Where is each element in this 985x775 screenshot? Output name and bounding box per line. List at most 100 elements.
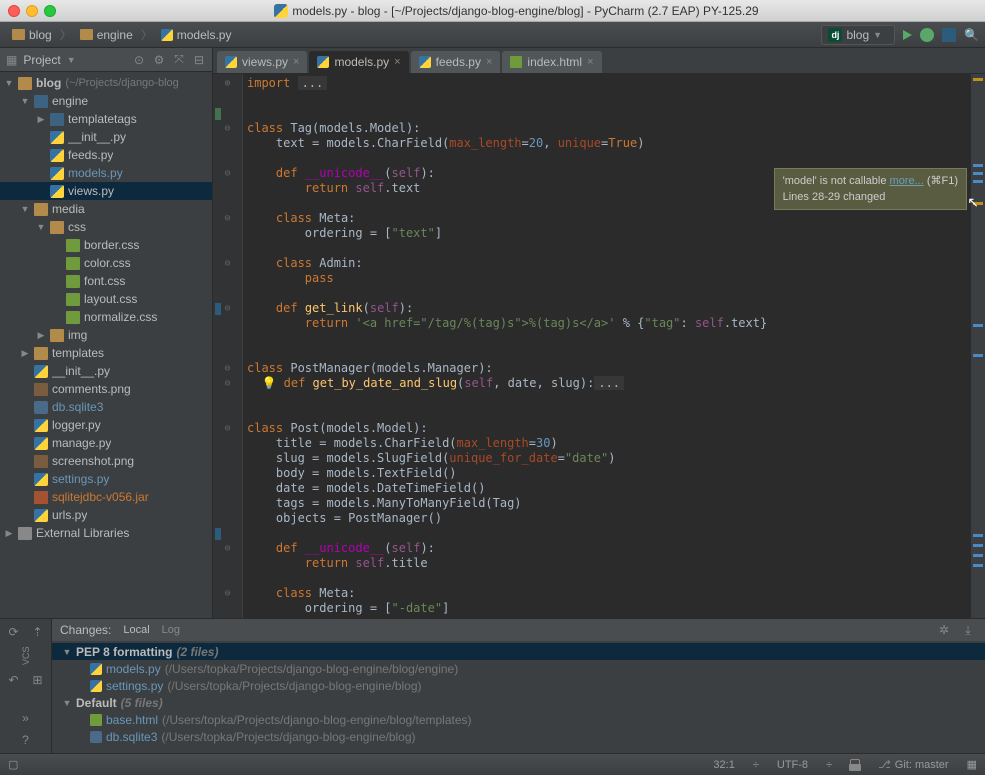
editor-tab[interactable]: models.py× bbox=[309, 51, 408, 73]
breadcrumb-root[interactable]: blog bbox=[6, 26, 58, 44]
tree-item[interactable]: comments.png bbox=[0, 380, 212, 398]
css-icon bbox=[66, 311, 80, 324]
debug-button[interactable] bbox=[920, 28, 934, 42]
run-button[interactable] bbox=[903, 30, 912, 40]
tree-arrow-icon[interactable] bbox=[36, 330, 46, 341]
tree-item[interactable]: border.css bbox=[0, 236, 212, 254]
tree-item[interactable]: normalize.css bbox=[0, 308, 212, 326]
insert-mode[interactable]: ÷ bbox=[826, 759, 832, 771]
editor-tab[interactable]: views.py× bbox=[217, 51, 307, 73]
changelist-header[interactable]: PEP 8 formatting (2 files) bbox=[52, 643, 985, 660]
tree-item[interactable]: screenshot.png bbox=[0, 452, 212, 470]
tree-arrow-icon[interactable] bbox=[20, 96, 30, 106]
expand-icon[interactable]: » bbox=[17, 709, 35, 727]
project-tree[interactable]: blog (~/Projects/django-blog engine templ… bbox=[0, 72, 212, 618]
file-path: (/Users/topka/Projects/django-blog-engin… bbox=[167, 679, 421, 693]
tree-item[interactable]: urls.py bbox=[0, 506, 212, 524]
git-branch[interactable]: Git: master bbox=[878, 758, 948, 771]
hide-panel-icon[interactable]: ⊟ bbox=[192, 53, 206, 67]
changes-tree[interactable]: PEP 8 formatting (2 files)models.py (/Us… bbox=[52, 641, 985, 753]
changed-file[interactable]: models.py (/Users/topka/Projects/django-… bbox=[52, 660, 985, 677]
tree-item[interactable]: logger.py bbox=[0, 416, 212, 434]
project-view-icon[interactable]: ▦ bbox=[6, 53, 17, 67]
tree-arrow-icon[interactable] bbox=[4, 528, 14, 539]
tooltip-more-link[interactable]: more... bbox=[890, 175, 924, 187]
tree-item[interactable]: __init__.py bbox=[0, 362, 212, 380]
minimize-window-button[interactable] bbox=[26, 5, 38, 17]
tree-item-label: css bbox=[68, 220, 86, 234]
breadcrumb-file[interactable]: models.py bbox=[155, 26, 238, 44]
editor-gutter[interactable]: ⊕⊖⊖⊖⊖⊖⊖⊖⊖⊖⊖ bbox=[213, 74, 243, 618]
tool-window-toggle[interactable]: ▢ bbox=[8, 758, 18, 771]
tree-item[interactable]: css bbox=[0, 218, 212, 236]
help-icon[interactable]: ? bbox=[17, 731, 35, 749]
close-tab-icon[interactable]: × bbox=[394, 56, 400, 68]
tree-item[interactable]: templatetags bbox=[0, 110, 212, 128]
close-tab-icon[interactable]: × bbox=[293, 56, 299, 68]
run-configuration-selector[interactable]: dj blog ▼ bbox=[821, 25, 895, 45]
folder-icon bbox=[50, 221, 64, 234]
tree-item[interactable]: feeds.py bbox=[0, 146, 212, 164]
changed-file[interactable]: settings.py (/Users/topka/Projects/djang… bbox=[52, 677, 985, 694]
cursor-position[interactable]: 32:1 bbox=[713, 759, 734, 771]
bg-tasks[interactable]: ▦ bbox=[967, 758, 977, 771]
project-tool-window: ▦ Project ▼ ⊙ ⚙ ⤧ ⊟ blog (~/Projects/dja… bbox=[0, 48, 213, 618]
tree-arrow-icon[interactable] bbox=[20, 204, 30, 214]
tree-item[interactable]: manage.py bbox=[0, 434, 212, 452]
tree-item[interactable]: models.py bbox=[0, 164, 212, 182]
file-encoding[interactable]: UTF-8 bbox=[777, 759, 808, 771]
tree-item[interactable]: __init__.py bbox=[0, 128, 212, 146]
close-window-button[interactable] bbox=[8, 5, 20, 17]
breadcrumb-engine[interactable]: engine bbox=[74, 26, 139, 44]
tree-item[interactable]: layout.css bbox=[0, 290, 212, 308]
changes-tab-log[interactable]: Log bbox=[162, 624, 180, 636]
css-icon bbox=[66, 257, 80, 270]
chevron-down-icon[interactable]: ▼ bbox=[67, 55, 76, 65]
tree-item[interactable]: media bbox=[0, 200, 212, 218]
vcs-label: VCS bbox=[17, 647, 35, 665]
readonly-toggle[interactable] bbox=[850, 759, 860, 771]
tree-item[interactable]: img bbox=[0, 326, 212, 344]
collapse-all-icon[interactable]: ⤧ bbox=[172, 53, 186, 67]
tree-item[interactable]: views.py bbox=[0, 182, 212, 200]
error-stripe[interactable] bbox=[971, 74, 985, 618]
code-editor[interactable]: import ...class Tag(models.Model): text … bbox=[243, 74, 971, 618]
rollback-icon[interactable]: ↶ bbox=[5, 671, 23, 689]
commit-icon[interactable]: ⇡ bbox=[29, 623, 47, 641]
expand-arrow-icon[interactable] bbox=[4, 78, 14, 88]
zoom-window-button[interactable] bbox=[44, 5, 56, 17]
tree-item-label: templatetags bbox=[68, 112, 137, 126]
search-everywhere-button[interactable]: 🔍 bbox=[964, 28, 979, 42]
tree-arrow-icon[interactable] bbox=[20, 348, 30, 359]
file-path: (/Users/topka/Projects/django-blog-engin… bbox=[162, 713, 472, 727]
tree-arrow-icon[interactable] bbox=[36, 222, 46, 232]
hide-panel-icon[interactable]: ⤓ bbox=[959, 621, 977, 639]
close-tab-icon[interactable]: × bbox=[587, 56, 593, 68]
changed-file[interactable]: base.html (/Users/topka/Projects/django-… bbox=[52, 711, 985, 728]
tree-item[interactable]: templates bbox=[0, 344, 212, 362]
coverage-button[interactable] bbox=[942, 28, 956, 42]
autoscroll-icon[interactable]: ⊙ bbox=[132, 53, 146, 67]
editor-tab[interactable]: feeds.py× bbox=[411, 51, 501, 73]
settings-icon[interactable]: ⚙ bbox=[152, 53, 166, 67]
close-tab-icon[interactable]: × bbox=[486, 56, 492, 68]
tree-item[interactable]: font.css bbox=[0, 272, 212, 290]
tree-arrow-icon[interactable] bbox=[36, 114, 46, 125]
tree-item[interactable]: db.sqlite3 bbox=[0, 398, 212, 416]
expand-arrow-icon[interactable] bbox=[62, 698, 72, 708]
tree-item[interactable]: settings.py bbox=[0, 470, 212, 488]
changes-tab-local[interactable]: Local bbox=[123, 624, 149, 636]
tree-item[interactable]: External Libraries bbox=[0, 524, 212, 542]
settings-icon[interactable]: ✲ bbox=[935, 621, 953, 639]
tree-root[interactable]: blog (~/Projects/django-blog bbox=[0, 74, 212, 92]
changelist-header[interactable]: Default (5 files) bbox=[52, 694, 985, 711]
changed-file[interactable]: db.sqlite3 (/Users/topka/Projects/django… bbox=[52, 728, 985, 745]
expand-arrow-icon[interactable] bbox=[62, 647, 72, 657]
tree-item[interactable]: color.css bbox=[0, 254, 212, 272]
editor-tab[interactable]: index.html× bbox=[502, 51, 601, 73]
diff-icon[interactable]: ⊞ bbox=[29, 671, 47, 689]
tree-item[interactable]: engine bbox=[0, 92, 212, 110]
tree-item[interactable]: sqlitejdbc-v056.jar bbox=[0, 488, 212, 506]
line-separator[interactable]: ÷ bbox=[753, 759, 759, 771]
refresh-icon[interactable]: ⟳ bbox=[5, 623, 23, 641]
